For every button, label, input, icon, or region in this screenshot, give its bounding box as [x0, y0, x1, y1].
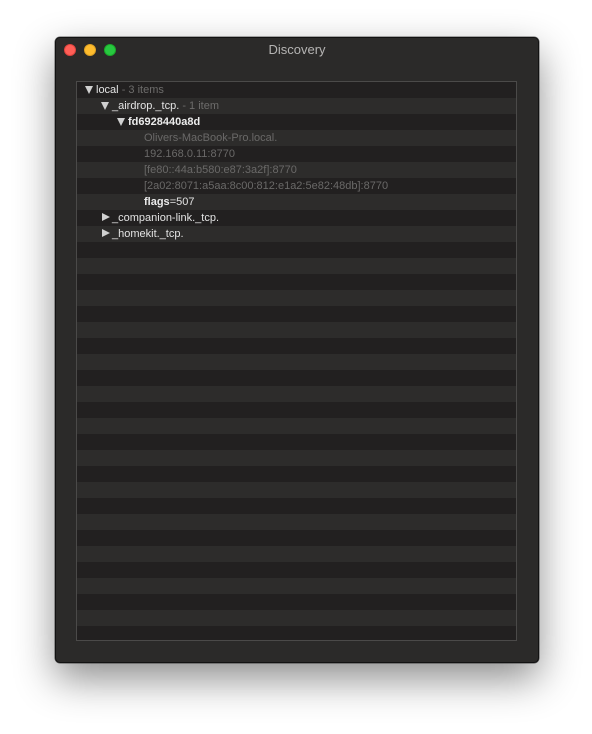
tree-row-companion-link[interactable]: _companion-link._tcp. [77, 210, 516, 226]
item-count: - 3 items [121, 84, 164, 96]
address-value: 192.168.0.11:8770 [144, 148, 235, 160]
tree-row-local[interactable]: local - 3 items [77, 82, 516, 98]
tree-row-address[interactable]: 192.168.0.11:8770 [77, 146, 516, 162]
tree-row-hostname[interactable]: Olivers-MacBook-Pro.local. [77, 130, 516, 146]
service-type-label: _airdrop._tcp. [112, 100, 180, 112]
disclosure-down-icon[interactable] [117, 118, 125, 126]
tree-row-device[interactable]: fd6928440a8d [77, 114, 516, 130]
disclosure-down-icon[interactable] [101, 102, 109, 110]
txt-record-key: flags [144, 196, 170, 208]
tree-row-homekit[interactable]: _homekit._tcp. [77, 226, 516, 242]
window-title: Discovery [268, 42, 326, 57]
disclosure-right-icon[interactable] [102, 229, 110, 237]
disclosure-right-icon[interactable] [102, 213, 110, 221]
service-outline-view[interactable]: local - 3 items _airdrop._tcp. - 1 item … [76, 81, 517, 641]
disclosure-down-icon[interactable] [85, 86, 93, 94]
discovery-window: Discovery local - 3 items _airdrop._tcp.… [55, 37, 539, 663]
tree-row-address[interactable]: [2a02:8071:a5aa:8c00:812:e1a2:5e82:48db]… [77, 178, 516, 194]
service-type-label: _homekit._tcp. [112, 228, 184, 240]
tree-row-flags[interactable]: flags=507 [77, 194, 516, 210]
service-type-label: _companion-link._tcp. [112, 212, 220, 224]
address-value: [2a02:8071:a5aa:8c00:812:e1a2:5e82:48db]… [144, 180, 389, 192]
device-id: fd6928440a8d [128, 116, 201, 128]
tree-row-address[interactable]: [fe80::44a:b580:e87:3a2f]:8770 [77, 162, 516, 178]
tree-row-airdrop[interactable]: _airdrop._tcp. - 1 item [77, 98, 516, 114]
domain-label: local [96, 84, 119, 96]
txt-record-value: =507 [169, 196, 195, 208]
title-bar[interactable]: Discovery [56, 38, 538, 62]
address-value: [fe80::44a:b580:e87:3a2f]:8770 [144, 164, 297, 176]
item-count: - 1 item [182, 100, 220, 112]
hostname-value: Olivers-MacBook-Pro.local. [144, 132, 278, 144]
